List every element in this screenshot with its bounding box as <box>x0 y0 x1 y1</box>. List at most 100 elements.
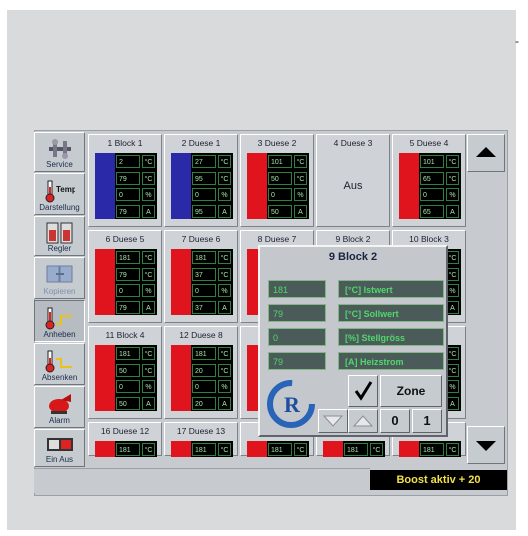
zone-value: 181 <box>116 251 140 264</box>
sidebar-label-ein-aus: Ein Aus <box>45 455 74 464</box>
zone-value-row: 101 °C <box>268 155 308 170</box>
zone-cell[interactable]: 7 Duese 6 181 °C 37 °C 0% 37 A <box>164 230 238 323</box>
zone-cell[interactable]: 4 Duese 3 Aus <box>316 134 390 227</box>
stellgroess-value: 0 <box>268 328 326 346</box>
zone-value: 181 <box>420 443 444 456</box>
zone-display: 101 °C 65 °C 0% 65 A <box>399 153 461 219</box>
zone-unit: °C <box>218 155 231 168</box>
zone-value: 79 <box>116 267 140 281</box>
zone-value: 0 <box>192 380 216 393</box>
zone-0-button[interactable]: 0 <box>380 409 410 433</box>
lower-icon <box>45 350 72 373</box>
zone-1-button[interactable]: 1 <box>412 409 442 433</box>
zone-values: 181 °C <box>116 443 156 460</box>
zone-value: 0 <box>420 188 444 201</box>
zone-cell[interactable]: 6 Duese 5 181 °C 79 °C 0% 79 A <box>88 230 162 323</box>
scroll-up-button[interactable] <box>467 134 505 172</box>
zone-cell[interactable]: 17 Duese 13 181 °C <box>164 422 238 457</box>
zone-value-row: 37 A <box>192 300 232 316</box>
sidebar-anheben-button[interactable]: Anheben <box>34 300 85 342</box>
tools-icon <box>48 139 71 159</box>
zone-values: 181 °C 50 °C 0% 50 A <box>116 347 156 413</box>
zone-display: 2 °C 79 °C 0% 79 A <box>95 153 157 219</box>
scroll-down-button[interactable] <box>467 426 505 464</box>
zone-value-row: 79 °C <box>116 171 156 187</box>
zone-values: 181 °C <box>420 443 460 460</box>
zone-title: 10 Block 3 <box>409 234 449 244</box>
sollwert-value[interactable]: 79 <box>268 304 326 322</box>
zone-unit: °C <box>142 363 155 377</box>
zone-value: 0 <box>116 380 140 393</box>
zone-value: 50 <box>268 204 292 218</box>
sidebar-kopieren-button[interactable]: Kopieren <box>34 257 85 299</box>
sidebar-label-alarm: Alarm <box>49 416 70 425</box>
zone-values: 181 °C <box>268 443 308 460</box>
corner-mark: - <box>515 34 519 48</box>
zone-value-row: 181 °C <box>268 443 308 458</box>
zone-value: 181 <box>268 443 292 456</box>
zone-button[interactable]: Zone <box>380 375 442 407</box>
alarm-horn-icon <box>48 394 71 414</box>
zone-heat-bar <box>171 441 191 457</box>
zone-value-row: 65 A <box>420 204 460 220</box>
zone-unit: % <box>446 188 459 201</box>
sidebar-alarm-button[interactable]: Alarm <box>34 386 85 428</box>
zone-unit: °C <box>218 347 231 360</box>
zone-cell[interactable]: 11 Block 4 181 °C 50 °C 0% 50 A <box>88 326 162 419</box>
zone-value: 0 <box>192 284 216 297</box>
zone-unit: °C <box>142 443 155 456</box>
zone-value-row: 181 °C <box>192 251 232 266</box>
zone-heat-bar <box>95 153 115 219</box>
zone-cell[interactable]: 1 Block 1 2 °C 79 °C 0% 79 A <box>88 134 162 227</box>
confirm-button[interactable] <box>348 375 378 407</box>
sidebar-label-regler: Regler <box>47 244 72 253</box>
zone-value: 0 <box>116 188 140 201</box>
zone-unit: A <box>218 204 231 218</box>
istwert-value: 181 <box>268 280 326 298</box>
zone-cell[interactable]: 2 Duese 1 27 °C 95 °C 0% 95 A <box>164 134 238 227</box>
zone-unit: % <box>218 284 231 297</box>
decrement-button[interactable] <box>318 409 348 433</box>
zone-unit: A <box>218 396 231 410</box>
zone-display: 181 °C 20 °C 0% 20 A <box>171 345 233 411</box>
zone-values: 181 °C 37 °C 0% 37 A <box>192 251 232 317</box>
zone-heat-bar <box>171 249 191 315</box>
zone-unit: A <box>294 204 307 218</box>
zone-display: 181 °C 37 °C 0% 37 A <box>171 249 233 315</box>
zone-value: 37 <box>192 300 216 314</box>
zone-value-row: 79 °C <box>116 267 156 283</box>
sidebar-service-button[interactable]: Service <box>34 132 85 172</box>
zone-unit: °C <box>142 267 155 281</box>
zone-title: 16 Duese 12 <box>100 426 150 436</box>
sidebar-ein-aus-button[interactable]: Ein Aus <box>34 429 85 467</box>
zone-unit: °C <box>218 251 231 264</box>
zone-value: 65 <box>420 204 444 218</box>
zone-title: 2 Duese 1 <box>181 138 221 148</box>
sidebar-label-service: Service <box>46 160 73 169</box>
zone-unit: °C <box>370 443 383 456</box>
popup-row-istwert: 181 [°C] Istwert <box>268 280 444 300</box>
zone-unit: °C <box>142 347 155 360</box>
zone-values: 2 °C 79 °C 0% 79 A <box>116 155 156 221</box>
sidebar-absenken-button[interactable]: Absenken <box>34 343 85 385</box>
zone-cell[interactable]: 3 Duese 2 101 °C 50 °C 0% 50 A <box>240 134 314 227</box>
thermometer-temp-icon: Temp <box>45 180 75 203</box>
zone-value-row: 0% <box>268 188 308 203</box>
zone-unit: A <box>446 204 459 218</box>
sidebar-darstellung-button[interactable]: Temp Darstellung <box>34 173 85 215</box>
zone-unit: °C <box>218 267 231 281</box>
sidebar-regler-button[interactable]: Regler <box>34 216 85 256</box>
controllers-icon <box>46 222 72 244</box>
zone-cell[interactable]: 16 Duese 12 181 °C <box>88 422 162 457</box>
increment-button[interactable] <box>348 409 378 433</box>
zone-cell[interactable]: 5 Duese 4 101 °C 65 °C 0% 65 A <box>392 134 466 227</box>
zone-value: 95 <box>192 204 216 218</box>
checkmark-icon <box>354 381 373 401</box>
zone-unit: °C <box>294 171 307 185</box>
zone-unit: °C <box>218 171 231 185</box>
zone-value: 79 <box>116 300 140 314</box>
zone-cell[interactable]: 12 Duese 8 181 °C 20 °C 0% 20 A <box>164 326 238 419</box>
zone-unit: °C <box>446 443 459 456</box>
zone-unit: A <box>142 300 155 314</box>
zone-value: 50 <box>116 396 140 410</box>
